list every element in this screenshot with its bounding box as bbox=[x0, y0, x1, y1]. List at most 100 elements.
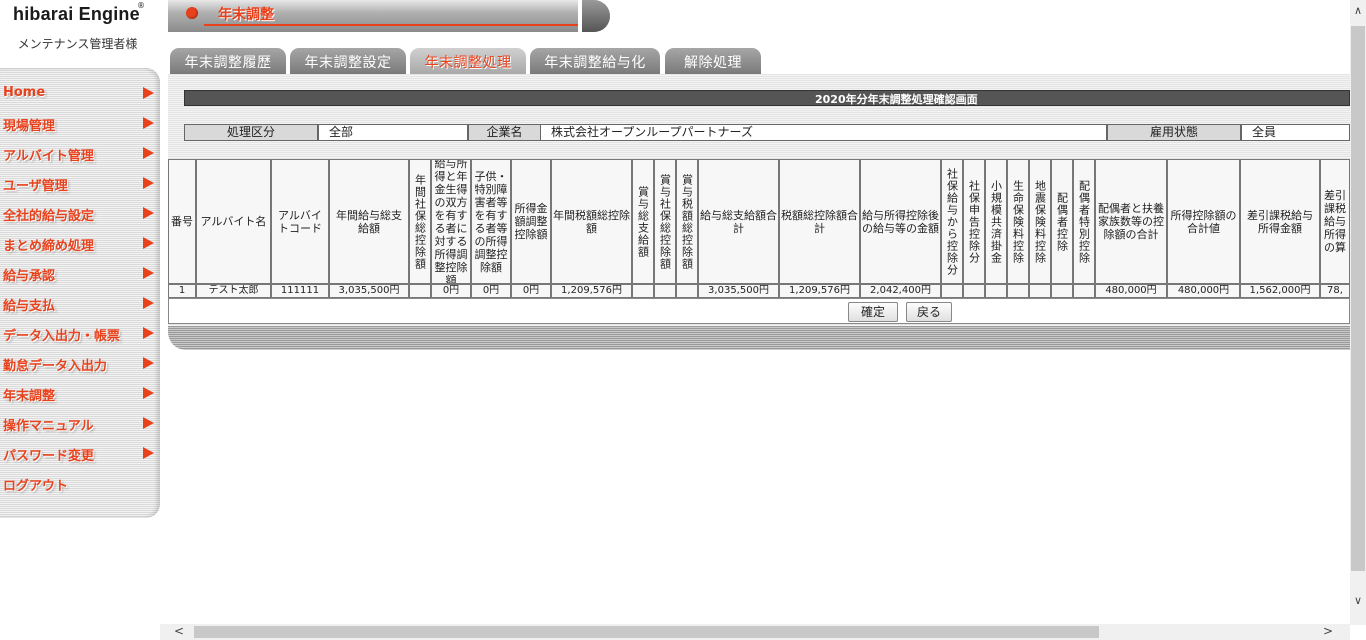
sidebar-item-label: データ入出力・帳票 bbox=[3, 329, 121, 344]
table-cell: 0円 bbox=[471, 284, 511, 298]
arrow-right-icon bbox=[143, 237, 154, 249]
column-header: 番号 bbox=[168, 159, 196, 284]
logo-registered-mark: ® bbox=[137, 1, 145, 10]
header-end-cap bbox=[578, 0, 610, 32]
column-header: 給与所得控除後の給与等の金額 bbox=[860, 159, 941, 284]
sidebar-item-label: 給与支払 bbox=[3, 299, 56, 314]
sidebar-item-12[interactable]: パスワード変更 bbox=[0, 442, 160, 472]
table-cell bbox=[409, 284, 431, 298]
arrow-right-icon bbox=[143, 87, 154, 99]
tab-release[interactable]: 解除処理 bbox=[665, 48, 761, 74]
sidebar-item-label: 年末調整 bbox=[3, 389, 56, 404]
page-header: 年末調整 bbox=[168, 0, 610, 32]
table-cell bbox=[654, 284, 676, 298]
sidebar-item-7[interactable]: 給与支払 bbox=[0, 292, 160, 322]
table-cell: 3,035,500円 bbox=[329, 284, 409, 298]
table-cell: 0円 bbox=[511, 284, 551, 298]
main-panel: 2020年分年末調整処理確認画面 処理区分 全部 企業名 株式会社オープンループ… bbox=[168, 74, 1350, 350]
tab-processing[interactable]: 年末調整処理 bbox=[410, 48, 526, 74]
scroll-right-icon[interactable]: > bbox=[1323, 624, 1333, 638]
column-header: 年間社保総控除額 bbox=[409, 159, 431, 284]
sidebar-item-11[interactable]: 操作マニュアル bbox=[0, 412, 160, 442]
header-underline bbox=[204, 24, 604, 26]
table-cell: 0円 bbox=[431, 284, 471, 298]
sidebar-item-1[interactable]: 現場管理 bbox=[0, 112, 160, 142]
tab-label: 解除処理 bbox=[684, 55, 742, 71]
sidebar-item-label: Home bbox=[3, 85, 46, 100]
filter-status-value: 全員 bbox=[1241, 124, 1350, 141]
column-header: 配偶者特別控除 bbox=[1073, 159, 1095, 284]
column-header: 税額総控除額合計 bbox=[779, 159, 860, 284]
sidebar-item-9[interactable]: 勤怠データ入出力 bbox=[0, 352, 160, 382]
table-cell: 111111 bbox=[271, 284, 329, 298]
column-header: アルバイト名 bbox=[196, 159, 271, 284]
sidebar-item-label: 勤怠データ入出力 bbox=[3, 359, 108, 374]
filter-row: 処理区分 全部 企業名 株式会社オープンループパートナーズ 雇用状態 全員 bbox=[184, 124, 1350, 141]
tab-history[interactable]: 年末調整履歴 bbox=[170, 48, 286, 74]
arrow-right-icon bbox=[143, 387, 154, 399]
sidebar-item-label: 全社的給与設定 bbox=[3, 209, 95, 224]
sidebar-item-3[interactable]: ユーザ管理 bbox=[0, 172, 160, 202]
tab-payroll-conversion[interactable]: 年末調整給与化 bbox=[530, 48, 660, 74]
scroll-left-icon[interactable]: < bbox=[174, 624, 184, 638]
sidebar-item-2[interactable]: アルバイト管理 bbox=[0, 142, 160, 172]
column-header: 年間税額総控除額 bbox=[551, 159, 632, 284]
column-header: 所得控除額の合計値 bbox=[1167, 159, 1240, 284]
sidebar: Home 現場管理 アルバイト管理 ユーザ管理全社的給与設定まとめ締め処理給与承認給与… bbox=[0, 68, 160, 518]
table-cell: 480,000円 bbox=[1095, 284, 1167, 298]
panel-footer bbox=[168, 326, 1350, 350]
vertical-scrollbar[interactable]: ∧ ∨ bbox=[1350, 0, 1366, 625]
table-cell: 3,035,500円 bbox=[698, 284, 779, 298]
column-header: 地震保険料控除 bbox=[1029, 159, 1051, 284]
column-header: 社保申告控除分 bbox=[963, 159, 985, 284]
sidebar-item-8[interactable]: データ入出力・帳票 bbox=[0, 322, 160, 352]
back-button[interactable]: 戻る bbox=[906, 302, 952, 322]
sidebar-item-label: ログアウト bbox=[3, 479, 69, 494]
user-label: メンテナンス管理者様 bbox=[17, 37, 138, 51]
table-cell: 1,209,576円 bbox=[551, 284, 632, 298]
arrow-right-icon bbox=[143, 207, 154, 219]
column-header: 子供・特別障害者等を有する者等の所得調整控除額 bbox=[471, 159, 511, 284]
column-header: 生命保険料控除 bbox=[1007, 159, 1029, 284]
table-cell bbox=[985, 284, 1007, 298]
filter-status-label: 雇用状態 bbox=[1107, 124, 1241, 141]
horizontal-scroll-thumb[interactable] bbox=[194, 626, 1099, 638]
tab-settings[interactable]: 年末調整設定 bbox=[290, 48, 406, 74]
header-bullet-icon bbox=[186, 7, 198, 19]
arrow-right-icon bbox=[143, 117, 154, 129]
arrow-right-icon bbox=[143, 297, 154, 309]
table-cell bbox=[941, 284, 963, 298]
table-cell: 78, bbox=[1320, 284, 1350, 298]
table-cell: 1 bbox=[168, 284, 196, 298]
table-cell bbox=[1051, 284, 1073, 298]
sidebar-item-5[interactable]: まとめ締め処理 bbox=[0, 232, 160, 262]
tab-label: 年末調整設定 bbox=[304, 55, 392, 71]
arrow-right-icon bbox=[143, 267, 154, 279]
sidebar-item-6[interactable]: 給与承認 bbox=[0, 262, 160, 292]
column-header: 小規模共済掛金 bbox=[985, 159, 1007, 284]
table-cell: 1,562,000円 bbox=[1240, 284, 1320, 298]
arrow-right-icon bbox=[143, 147, 154, 159]
sidebar-item-10[interactable]: 年末調整 bbox=[0, 382, 160, 412]
column-header: 配偶者控除 bbox=[1051, 159, 1073, 284]
arrow-right-icon bbox=[143, 357, 154, 369]
table-cell bbox=[1073, 284, 1095, 298]
table-cell bbox=[1029, 284, 1051, 298]
filter-company-value: 株式会社オープンループパートナーズ bbox=[540, 124, 1107, 141]
sidebar-item-0[interactable]: Home bbox=[0, 82, 160, 112]
sidebar-item-13[interactable]: ログアウト bbox=[0, 472, 160, 502]
scroll-down-icon[interactable]: ∨ bbox=[1350, 594, 1366, 607]
vertical-scroll-thumb[interactable] bbox=[1351, 26, 1365, 571]
filter-company-label: 企業名 bbox=[468, 124, 540, 141]
sidebar-item-label: 操作マニュアル bbox=[3, 419, 94, 434]
sidebar-item-label: 給与承認 bbox=[3, 269, 56, 284]
confirm-button[interactable]: 確定 bbox=[848, 302, 898, 322]
horizontal-scrollbar[interactable]: < > bbox=[160, 624, 1350, 640]
screen-title-bar: 2020年分年末調整処理確認画面 bbox=[184, 90, 1350, 106]
sidebar-item-4[interactable]: 全社的給与設定 bbox=[0, 202, 160, 232]
table-cell bbox=[632, 284, 654, 298]
column-header: 差引課税給与所得金額 bbox=[1240, 159, 1320, 284]
table-actions: 確定 戻る bbox=[168, 298, 1350, 324]
scroll-up-icon[interactable]: ∧ bbox=[1350, 4, 1366, 17]
table-cell bbox=[963, 284, 985, 298]
